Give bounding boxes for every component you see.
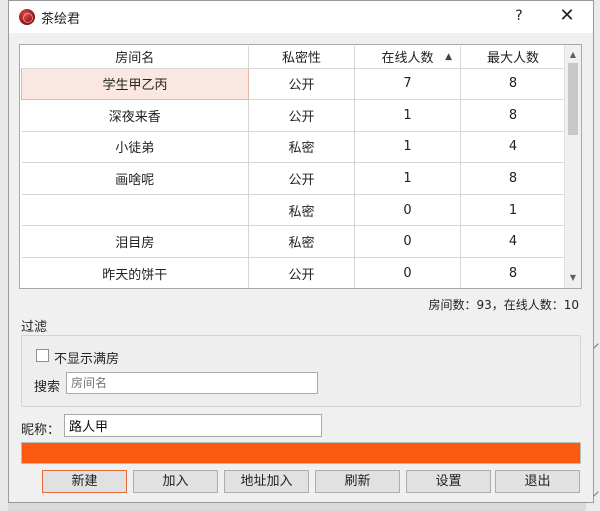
table-cell-max-count[interactable]: 8 (460, 68, 566, 101)
table-cell-online-count[interactable]: 0 (354, 257, 461, 288)
table-cell-max-count[interactable]: 4 (460, 131, 566, 164)
app-logo-icon (19, 9, 35, 25)
table-cell-max-count[interactable]: 4 (460, 225, 566, 259)
table-cell-online-count[interactable]: 1 (354, 99, 461, 132)
scrollbar-thumb[interactable] (568, 63, 578, 135)
refresh-button[interactable]: 刷新 (315, 470, 400, 493)
table-cell-privacy[interactable]: 公开 (248, 68, 355, 101)
table-cell-room-name[interactable]: 画啥呢 (21, 162, 249, 195)
new-room-button[interactable]: 新建 (42, 470, 127, 493)
table-cell-privacy[interactable]: 私密 (248, 131, 355, 164)
filter-group: 不显示满房 搜索 (21, 335, 581, 407)
column-header-max-count[interactable]: 最大人数 (460, 46, 566, 69)
table-cell-online-count[interactable]: 1 (354, 162, 461, 195)
window-title: 茶绘君 (41, 12, 81, 27)
table-cell-privacy[interactable]: 私密 (248, 194, 355, 227)
dialog-window: 茶绘君 ? ✕ 房间名 私密性 在线人数 ▲ 最大人数 学生甲乙丙 公开 7 8… (8, 0, 594, 503)
search-label: 搜索 (34, 380, 61, 395)
table-row[interactable]: 泪目房 私密 0 4 (21, 225, 566, 259)
hide-full-label[interactable]: 不显示满房 (54, 348, 119, 367)
table-cell-room-name[interactable]: 小徒弟 (21, 131, 249, 164)
table-cell-privacy[interactable]: 私密 (248, 225, 355, 259)
room-table: 房间名 私密性 在线人数 ▲ 最大人数 学生甲乙丙 公开 7 8 深夜来香 公开 … (19, 44, 582, 289)
table-cell-room-name[interactable]: 昨天的饼干 (21, 257, 249, 288)
title-bar: 茶绘君 ? ✕ (9, 1, 593, 33)
exit-button[interactable]: 退出 (495, 470, 580, 493)
join-button[interactable]: 加入 (133, 470, 218, 493)
progress-bar (21, 442, 581, 464)
table-cell-online-count[interactable]: 7 (354, 68, 461, 101)
table-cell-online-count[interactable]: 1 (354, 131, 461, 164)
background-window-edge (0, 0, 8, 511)
table-row[interactable]: 昨天的饼干 公开 0 8 (21, 257, 566, 288)
table-cell-room-name[interactable]: 学生甲乙丙 (21, 67, 249, 101)
table-row[interactable]: 小徒弟 私密 1 4 (21, 131, 566, 164)
column-header-online-count-label: 在线人数 (381, 51, 434, 67)
table-cell-max-count[interactable]: 8 (460, 257, 566, 288)
settings-button[interactable]: 设置 (406, 470, 491, 493)
table-cell-privacy[interactable]: 公开 (248, 99, 355, 132)
sort-ascending-icon: ▲ (445, 52, 452, 62)
search-input[interactable] (66, 372, 318, 394)
table-cell-max-count[interactable]: 8 (460, 162, 566, 195)
nickname-label: 昵称： (21, 423, 61, 438)
column-header-online-count[interactable]: 在线人数 ▲ (354, 46, 461, 69)
column-header-privacy[interactable]: 私密性 (248, 46, 355, 69)
progress-fill (22, 443, 580, 463)
hide-full-checkbox[interactable] (36, 349, 49, 362)
table-cell-room-name[interactable]: 泪目房 (21, 225, 249, 259)
filter-section-label: 过滤 (21, 320, 48, 335)
column-header-room-name[interactable]: 房间名 (21, 46, 249, 69)
table-cell-privacy[interactable]: 公开 (248, 257, 355, 288)
table-row[interactable]: 私密 0 1 (21, 194, 566, 227)
table-cell-room-name[interactable]: 深夜来香 (21, 99, 249, 132)
nickname-input[interactable] (64, 414, 322, 437)
table-cell-online-count[interactable]: 0 (354, 225, 461, 259)
table-cell-privacy[interactable]: 公开 (248, 162, 355, 195)
table-cell-max-count[interactable]: 8 (460, 99, 566, 132)
table-header-row: 房间名 私密性 在线人数 ▲ 最大人数 (21, 46, 566, 69)
table-cell-online-count[interactable]: 0 (354, 194, 461, 227)
table-row[interactable]: 学生甲乙丙 公开 7 8 (21, 67, 566, 101)
table-row[interactable]: 画啥呢 公开 1 8 (21, 162, 566, 195)
help-button[interactable]: ? (509, 6, 529, 26)
table-row[interactable]: 深夜来香 公开 1 8 (21, 99, 566, 132)
table-cell-room-name[interactable] (21, 194, 249, 227)
scroll-up-icon[interactable]: ▲ (565, 47, 581, 63)
scroll-down-icon[interactable]: ▼ (565, 270, 581, 286)
room-stats: 房间数：93，在线人数：10 (428, 298, 579, 312)
close-button[interactable]: ✕ (555, 5, 579, 27)
table-cell-max-count[interactable]: 1 (460, 194, 566, 227)
join-by-address-button[interactable]: 地址加入 (224, 470, 309, 493)
table-scrollbar[interactable]: ▲ ▼ (564, 45, 581, 288)
